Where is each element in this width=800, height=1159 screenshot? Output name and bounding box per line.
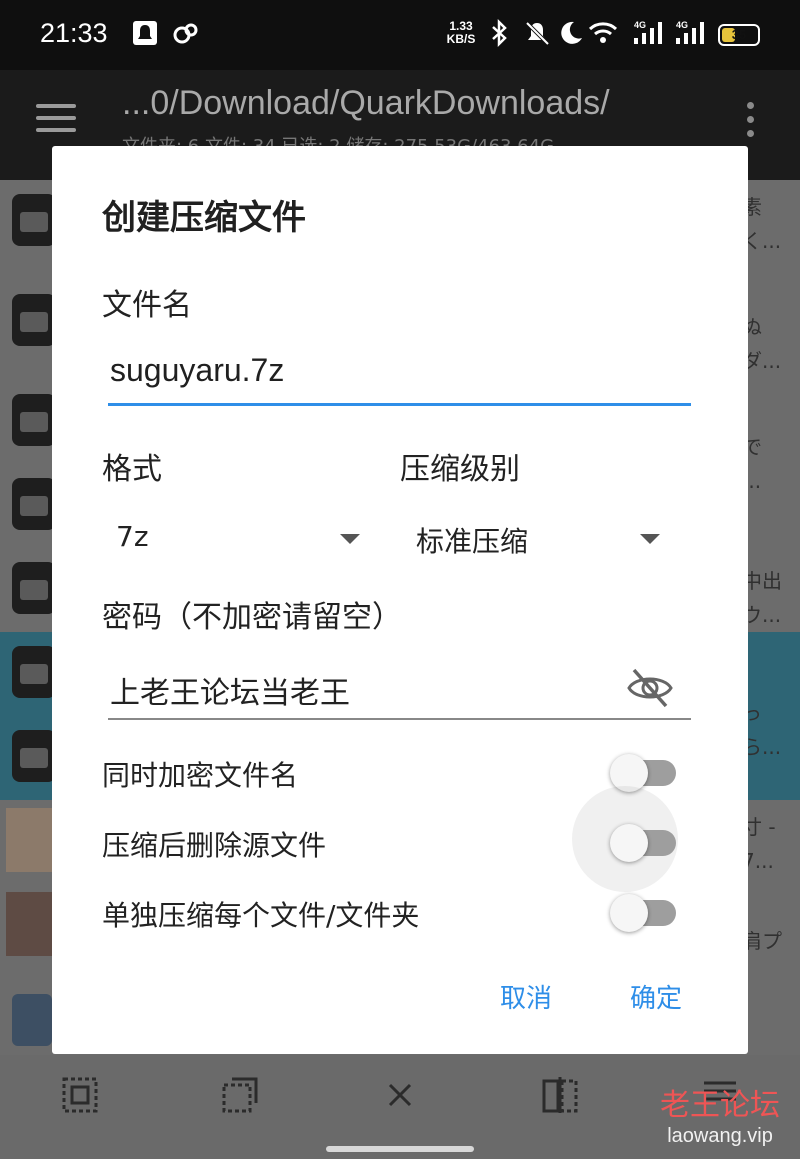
folder-icon — [12, 562, 56, 614]
battery-level: 35 — [731, 27, 747, 42]
more-options-icon[interactable] — [744, 102, 758, 142]
format-select-value: 7z — [116, 520, 149, 553]
delete-source-label: 压缩后删除源文件 — [102, 829, 327, 862]
compression-level-value: 标准压缩 — [416, 525, 529, 558]
folder-icon — [12, 646, 56, 698]
dropdown-arrow-icon — [640, 534, 660, 544]
filename-input[interactable]: suguyaru.7z — [108, 346, 691, 406]
wifi-icon — [588, 22, 618, 43]
moon-icon — [561, 21, 582, 44]
image-thumbnail — [6, 808, 54, 872]
hide-password-icon[interactable] — [626, 666, 674, 710]
svg-text:4G: 4G — [676, 20, 688, 30]
image-thumbnail — [6, 892, 54, 956]
compression-level-select[interactable]: 标准压缩 — [416, 508, 664, 568]
delete-source-toggle[interactable] — [572, 786, 678, 892]
select-range-icon[interactable] — [220, 1075, 260, 1115]
folder-icon — [12, 194, 56, 246]
mute-icon — [525, 21, 550, 46]
cancel-button[interactable]: 取消 — [500, 978, 552, 1015]
watermark-text: 老王论坛 — [660, 1088, 780, 1123]
menu-icon[interactable] — [36, 104, 78, 136]
folder-icon — [12, 294, 56, 346]
notification-icon — [133, 21, 157, 45]
invert-selection-icon[interactable] — [540, 1075, 580, 1115]
status-bar: 21:33 1.33 KB/S 4G 4G 35 — [0, 0, 800, 70]
bluetooth-icon — [492, 18, 507, 48]
net-speed: 1.33 KB/S — [444, 20, 478, 46]
signal-4g-icon: 4G — [676, 20, 704, 44]
filename-label: 文件名 — [102, 288, 192, 323]
folder-icon — [12, 478, 56, 530]
select-all-icon[interactable] — [60, 1075, 100, 1115]
list-item-tail: 肩プ — [742, 929, 782, 953]
format-select[interactable]: 7z — [116, 508, 364, 568]
path-title: ...0/Download/QuarkDownloads/ — [122, 84, 610, 122]
folder-icon — [12, 730, 56, 782]
ok-button[interactable]: 确定 — [630, 978, 682, 1015]
svg-text:4G: 4G — [634, 20, 646, 30]
signal-4g-icon: 4G — [634, 20, 662, 44]
format-label: 格式 — [102, 452, 162, 487]
create-archive-dialog: 创建压缩文件 文件名 suguyaru.7z 格式 压缩级别 7z 标准压缩 密… — [52, 146, 748, 1054]
password-label: 密码（不加密请留空） — [102, 600, 402, 635]
home-indicator[interactable] — [326, 1146, 474, 1152]
folder-icon — [12, 394, 56, 446]
close-icon[interactable] — [380, 1075, 420, 1115]
dialog-title: 创建压缩文件 — [102, 198, 306, 238]
document-icon — [12, 994, 52, 1046]
status-time: 21:33 — [40, 18, 108, 48]
list-item-tail: 中出 ウ... — [742, 569, 782, 627]
password-input[interactable]: 上老王论坛当老王 — [108, 656, 691, 720]
encrypt-filenames-label: 同时加密文件名 — [102, 759, 299, 792]
separate-archives-label: 单独压缩每个文件/文件夹 — [102, 899, 420, 932]
watermark: 老王论坛 laowang.vip — [650, 1088, 790, 1148]
net-speed-unit: KB/S — [446, 32, 476, 46]
compression-level-label: 压缩级别 — [400, 452, 520, 487]
separate-archives-toggle[interactable] — [610, 892, 676, 932]
link-icon — [173, 23, 198, 44]
watermark-url: laowang.vip — [667, 1125, 773, 1147]
battery-icon: 35 — [718, 24, 760, 46]
dropdown-arrow-icon — [340, 534, 360, 544]
